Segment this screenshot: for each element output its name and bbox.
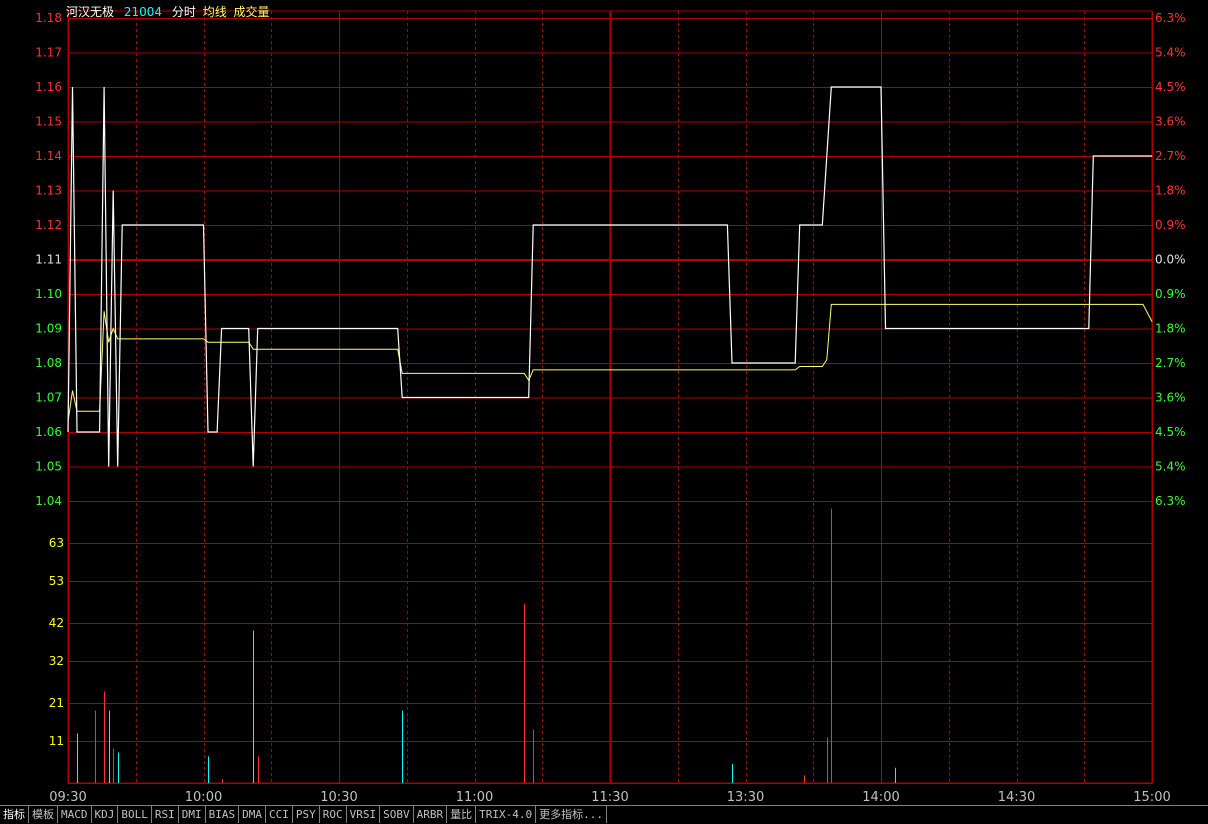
chart-grid [67,10,1153,784]
percent-tick-label: 0.9% [1155,287,1186,301]
percent-tick-label: 6.3% [1155,11,1186,25]
percent-tick-label: 3.6% [1155,391,1186,405]
indicator-tab[interactable]: 指标 [0,806,29,823]
indicator-tab[interactable]: SOBV [380,806,414,823]
indicator-tab[interactable]: VRSI [347,806,381,823]
percent-tick-label: 3.6% [1155,115,1186,129]
indicator-tab[interactable]: TRIX-4.0 [476,806,537,823]
volume-tick-label: 32 [49,654,64,668]
time-tick-label: 10:00 [185,790,222,805]
indicator-tab[interactable]: DMA [239,806,266,823]
price-tick-label: 1.10 [35,287,62,301]
price-tick-label: 1.09 [35,322,62,336]
intraday-chart[interactable]: 1.18 1.17 1.16 1.15 1.14 1.13 1.12 1.11 1.10 1.09… [0,0,1208,805]
stock-name: 河汉无极 [66,5,115,19]
time-tick-label: 13:30 [727,790,764,805]
time-tick-label: 11:30 [591,790,628,805]
indicator-tab[interactable]: BOLL [118,806,152,823]
volume-tick-label: 42 [49,616,64,630]
price-tick-label: 1.14 [35,149,62,163]
indicator-tab-bar: 指标 模板 MACD KDJ BOLL RSI DMI BIAS DMA CCI PSY ROC VRS… [0,805,1208,824]
price-tick-label: 1.07 [35,391,62,405]
price-tick-label: 1.12 [35,218,62,232]
time-tick-label: 09:30 [49,790,86,805]
time-axis: 09:30 10:00 10:30 11:00 11:30 13:30 14:00 14:30… [49,790,1170,805]
volume-tick-label: 53 [49,574,64,588]
indicator-tab[interactable]: MACD [58,806,92,823]
time-tick-label: 15:00 [1133,790,1170,805]
stock-code: 21004 [123,5,163,19]
volume-tick-label: 21 [49,696,64,710]
indicator-tab[interactable]: DMI [179,806,206,823]
price-tick-label: 1.17 [35,46,62,60]
percent-tick-label: 0.9% [1155,218,1186,232]
indicator-tab[interactable]: KDJ [92,806,119,823]
price-axis-left: 1.18 1.17 1.16 1.15 1.14 1.13 1.12 1.11 1.10 1.09… [35,11,62,508]
price-tick-label: 1.13 [35,184,62,198]
volume-tick-label: 63 [49,536,64,550]
price-tick-label: 1.15 [35,115,62,129]
indicator-tab[interactable]: 更多指标... [536,806,607,823]
price-tick-label: 1.16 [35,80,62,94]
volume-label: 成交量 [233,5,270,19]
price-tick-label: 1.06 [35,425,62,439]
price-tick-label: 1.08 [35,356,62,370]
percent-tick-label: 6.3% [1155,494,1186,508]
indicator-tab[interactable]: CCI [266,806,293,823]
time-tick-label: 11:00 [456,790,493,805]
percent-tick-label: 1.8% [1155,322,1186,336]
price-tick-label: 1.05 [35,460,62,474]
indicator-tab[interactable]: BIAS [206,806,240,823]
volume-axis: 11 21 32 42 53 63 [49,536,64,748]
percent-tick-label: 0.0% [1155,253,1186,267]
indicator-tab[interactable]: ROC [320,806,347,823]
indicator-tab[interactable]: 模板 [29,806,58,823]
percent-tick-label: 4.5% [1155,80,1186,94]
indicator-tab[interactable]: RSI [152,806,179,823]
price-tick-label: 1.18 [35,11,62,25]
indicator-tab[interactable]: ARBR [414,806,448,823]
time-tick-label: 10:30 [320,790,357,805]
percent-tick-label: 5.4% [1155,460,1186,474]
percent-tick-label: 4.5% [1155,425,1186,439]
avg-line-label: 均线 [202,5,227,19]
time-tick-label: 14:30 [998,790,1035,805]
indicator-tab[interactable]: 量比 [447,806,477,823]
percent-tick-label: 1.8% [1155,184,1186,198]
indicator-tab[interactable]: PSY [293,806,320,823]
percent-tick-label: 2.7% [1155,356,1186,370]
price-tick-label: 1.04 [35,494,62,508]
volume-tick-label: 11 [49,734,64,748]
time-tick-label: 14:00 [862,790,899,805]
price-tick-label: 1.11 [35,253,62,267]
mode-label: 分时 [171,5,196,19]
percent-tick-label: 5.4% [1155,46,1186,60]
chart-header: 河汉无极 21004 分时 均线 成交量 [66,3,276,20]
percent-tick-label: 2.7% [1155,149,1186,163]
percent-axis-right: 6.3% 5.4% 4.5% 3.6% 2.7% 1.8% 0.9% 0.0% 0.9% 1.8%… [1155,11,1186,508]
